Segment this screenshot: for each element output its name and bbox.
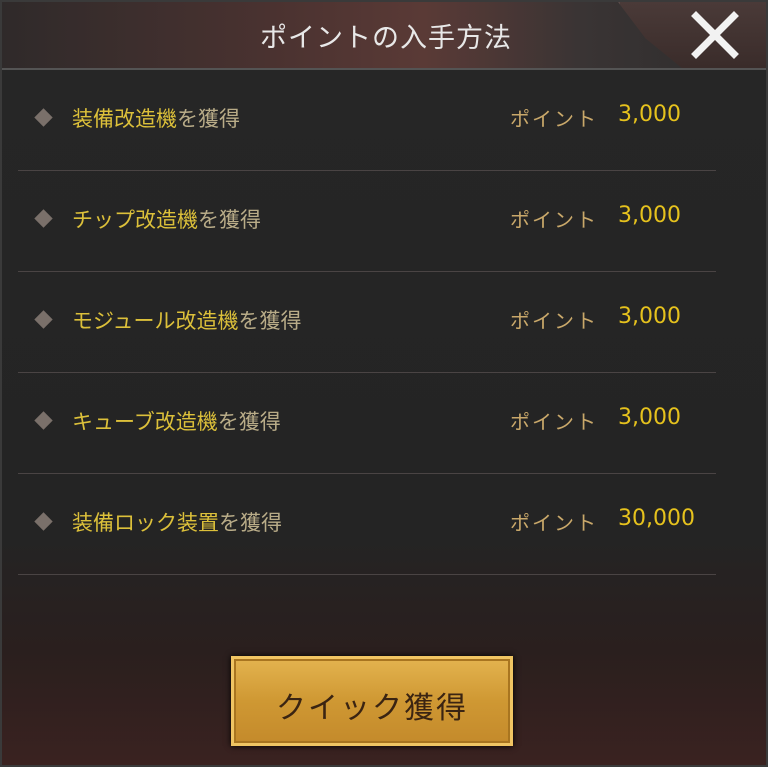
- task-label: モジュール改造機を獲得: [72, 305, 302, 335]
- dialog-header: ポイントの入手方法: [2, 2, 766, 70]
- points-value: 3,000: [618, 304, 681, 329]
- task-item: チップ改造機: [72, 208, 198, 232]
- diamond-bullet-icon: [34, 108, 53, 127]
- task-suffix: を獲得: [217, 410, 281, 434]
- task-item: 装備ロック装置: [72, 511, 219, 535]
- task-row: キューブ改造機を獲得 ポイント 3,000: [18, 373, 716, 474]
- points-value: 3,000: [618, 405, 681, 430]
- task-row: モジュール改造機を獲得 ポイント 3,000: [18, 272, 716, 373]
- points-label: ポイント: [510, 511, 598, 535]
- points-label: ポイント: [510, 309, 598, 333]
- task-row: 装備ロック装置を獲得 ポイント 30,000: [18, 474, 716, 575]
- task-label: 装備ロック装置を獲得: [72, 507, 282, 537]
- diamond-bullet-icon: [34, 411, 53, 430]
- task-list: 装備改造機を獲得 ポイント 3,000 チップ改造機を獲得 ポイント 3,000…: [18, 70, 716, 575]
- task-label: 装備改造機を獲得: [72, 103, 240, 133]
- task-item: モジュール改造機: [72, 309, 239, 333]
- diamond-bullet-icon: [34, 209, 53, 228]
- diamond-bullet-icon: [34, 512, 53, 531]
- diamond-bullet-icon: [34, 310, 53, 329]
- points-label: ポイント: [510, 208, 598, 232]
- points-value: 3,000: [618, 203, 681, 228]
- task-label: チップ改造機を獲得: [72, 204, 261, 234]
- points-value: 3,000: [618, 102, 681, 127]
- quick-acquire-button[interactable]: クイック獲得: [231, 656, 513, 746]
- close-area: [610, 2, 766, 68]
- points-label: ポイント: [510, 107, 598, 131]
- task-suffix: を獲得: [238, 309, 302, 333]
- task-item: 装備改造機: [72, 107, 177, 131]
- task-row: チップ改造機を獲得 ポイント 3,000: [18, 171, 716, 272]
- points-dialog: ポイントの入手方法 装備改造機を獲得 ポイント 3,000 チップ改造機を獲得 …: [0, 0, 768, 767]
- task-suffix: を獲得: [177, 107, 240, 131]
- task-item: キューブ改造機: [72, 410, 218, 434]
- points-value: 30,000: [618, 506, 695, 531]
- quick-acquire-label: クイック獲得: [276, 691, 468, 726]
- task-row: 装備改造機を獲得 ポイント 3,000: [18, 70, 716, 171]
- task-suffix: を獲得: [219, 511, 282, 535]
- close-button[interactable]: [690, 10, 740, 60]
- task-label: キューブ改造機を獲得: [72, 406, 281, 436]
- points-label: ポイント: [510, 410, 598, 434]
- close-x-icon: [691, 11, 739, 59]
- task-suffix: を獲得: [198, 208, 261, 232]
